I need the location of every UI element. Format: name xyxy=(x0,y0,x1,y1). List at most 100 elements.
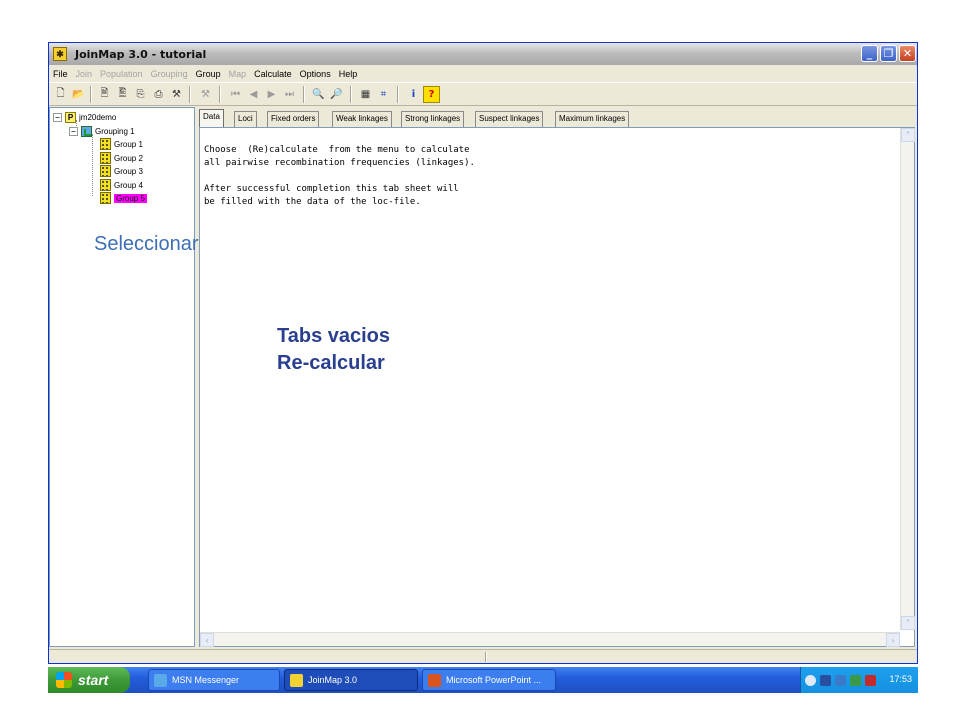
project-icon: P xyxy=(65,111,76,123)
menu-help[interactable]: Help xyxy=(335,69,362,79)
tree-group-1[interactable]: Group 1 xyxy=(100,138,143,150)
tree-group-label: Group 1 xyxy=(114,139,143,149)
taskbar-item-msn[interactable]: MSN Messenger xyxy=(148,669,280,691)
tree-group-5[interactable]: Group 5 xyxy=(100,192,147,204)
taskbar-item-label: JoinMap 3.0 xyxy=(308,675,358,685)
menu-group[interactable]: Group xyxy=(192,69,225,79)
title-bar[interactable]: ✱ JoinMap 3.0 - tutorial _ ❐ ✕ xyxy=(49,43,917,65)
menu-bar: File Join Population Grouping Group Map … xyxy=(49,65,917,82)
toolbar: 🗋 📂 🖹 🖺 ⎘ ⎙ ⚒ ⚒ ⏮ ◀ ▶ ⏭ 🔍 🔎 ▦ ⌗ i ? xyxy=(49,82,917,106)
network-2-icon[interactable] xyxy=(835,674,846,686)
tree-group-4[interactable]: Group 4 xyxy=(100,179,143,191)
menu-grouping[interactable]: Grouping xyxy=(147,69,192,79)
tree-group-2[interactable]: Group 2 xyxy=(100,152,143,164)
add-node-icon[interactable]: 🖹 xyxy=(96,86,113,103)
network-icon[interactable] xyxy=(820,674,831,686)
new-file-icon[interactable]: 🗋 xyxy=(52,86,69,103)
vertical-scrollbar[interactable]: ˄ ˅ xyxy=(900,128,915,630)
group-icon xyxy=(100,138,111,150)
toolbar-separator xyxy=(303,86,305,103)
calculator-icon[interactable]: ▦ xyxy=(357,86,374,103)
zoom-in-icon[interactable]: 🔎 xyxy=(328,86,345,103)
tools-icon[interactable]: ⚒ xyxy=(168,86,185,103)
last-record-icon[interactable]: ⏭ xyxy=(281,86,298,103)
tree-grouping-label: Grouping 1 xyxy=(95,126,135,136)
group-icon xyxy=(100,179,111,191)
group-icon xyxy=(100,165,111,177)
help-icon[interactable]: ? xyxy=(423,86,440,103)
status-divider xyxy=(485,652,487,662)
menu-options[interactable]: Options xyxy=(296,69,335,79)
menu-calculate[interactable]: Calculate xyxy=(250,69,296,79)
tree-root-label: jm20demo xyxy=(79,112,117,122)
maximize-button[interactable]: ❐ xyxy=(880,45,897,62)
annotation-tabs-recalcular: Tabs vacios Re-calcular xyxy=(277,323,390,377)
hammer-icon[interactable]: ⚒ xyxy=(197,86,214,103)
tab-maximum-linkages[interactable]: Maximum linkages xyxy=(555,111,630,127)
annotation-seleccionar: Seleccionar xyxy=(94,233,199,255)
horizontal-scrollbar[interactable]: ‹ › xyxy=(200,632,900,647)
toolbar-separator xyxy=(350,86,352,103)
tree-connector xyxy=(92,134,93,196)
tree-group-label: Group 2 xyxy=(114,153,143,163)
panel-line: all pairwise recombination frequencies (… xyxy=(204,158,475,168)
tray-expand-icon[interactable] xyxy=(805,674,816,686)
menu-file[interactable]: File xyxy=(49,69,72,79)
toolbar-separator xyxy=(397,86,399,103)
tab-strong-linkages[interactable]: Strong linkages xyxy=(401,111,465,127)
zoom-out-icon[interactable]: 🔍 xyxy=(310,86,327,103)
collapse-icon[interactable]: − xyxy=(69,126,78,136)
scroll-down-icon[interactable]: ˅ xyxy=(901,616,915,630)
next-record-icon[interactable]: ▶ xyxy=(263,86,280,103)
export-node-icon[interactable]: 🖺 xyxy=(114,86,131,103)
panel-line: After successful completion this tab she… xyxy=(204,184,459,194)
tab-loci[interactable]: Loci xyxy=(234,111,257,127)
info-icon[interactable]: i xyxy=(405,86,422,103)
tree-root[interactable]: − P jm20demo xyxy=(53,111,116,123)
grid-icon[interactable]: ⌗ xyxy=(375,86,392,103)
collapse-icon[interactable]: − xyxy=(53,112,62,122)
scroll-up-icon[interactable]: ˄ xyxy=(901,128,915,142)
start-label: start xyxy=(78,672,109,688)
project-tree: − P jm20demo − Grouping 1 Group 1 Group … xyxy=(49,107,195,647)
minimize-button[interactable]: _ xyxy=(861,45,878,62)
msn-status-icon[interactable] xyxy=(850,674,861,686)
taskbar-item-joinmap[interactable]: JoinMap 3.0 xyxy=(284,669,418,691)
tab-strip: Data Loci Fixed orders Weak linkages Str… xyxy=(199,109,915,127)
tree-group-label-selected: Group 5 xyxy=(114,193,147,203)
tree-group-3[interactable]: Group 3 xyxy=(100,165,143,177)
start-button[interactable]: start xyxy=(48,667,130,693)
window-title: JoinMap 3.0 - tutorial xyxy=(75,47,207,61)
first-record-icon[interactable]: ⏮ xyxy=(227,86,244,103)
tree-grouping[interactable]: − Grouping 1 xyxy=(69,125,135,137)
scroll-left-icon[interactable]: ‹ xyxy=(200,633,214,647)
system-tray: 17:53 xyxy=(800,667,918,693)
open-folder-icon[interactable]: 📂 xyxy=(70,86,87,103)
panel-line: Choose (Re)calculate from the menu to ca… xyxy=(204,145,470,155)
group-icon xyxy=(100,152,111,164)
status-bar xyxy=(49,649,917,663)
close-button[interactable]: ✕ xyxy=(899,45,916,62)
previous-record-icon[interactable]: ◀ xyxy=(245,86,262,103)
scroll-right-icon[interactable]: › xyxy=(886,633,900,647)
menu-join[interactable]: Join xyxy=(72,69,97,79)
tree-group-label: Group 3 xyxy=(114,166,143,176)
taskbar-item-powerpoint[interactable]: Microsoft PowerPoint ... xyxy=(422,669,556,691)
taskbar: start MSN Messenger JoinMap 3.0 Microsof… xyxy=(48,667,918,693)
tab-fixed-orders[interactable]: Fixed orders xyxy=(267,111,320,127)
annotation-tabs-vacios: Tabs vacios xyxy=(277,325,391,347)
toolbar-separator xyxy=(219,86,221,103)
tree-group-label: Group 4 xyxy=(114,180,143,190)
data-tab-panel: Choose (Re)calculate from the menu to ca… xyxy=(199,127,915,647)
grouping-icon xyxy=(81,125,92,137)
security-icon[interactable] xyxy=(865,674,876,686)
print-icon[interactable]: ⎙ xyxy=(150,86,167,103)
menu-population[interactable]: Population xyxy=(96,69,147,79)
panel-line: be filled with the data of the loc-file. xyxy=(204,197,421,207)
copy-icon[interactable]: ⎘ xyxy=(132,86,149,103)
tab-suspect-linkages[interactable]: Suspect linkages xyxy=(475,111,544,127)
tab-data[interactable]: Data xyxy=(199,109,224,127)
menu-map[interactable]: Map xyxy=(225,69,251,79)
joinmap-app-icon[interactable]: ✱ xyxy=(53,47,67,61)
tab-weak-linkages[interactable]: Weak linkages xyxy=(332,111,392,127)
